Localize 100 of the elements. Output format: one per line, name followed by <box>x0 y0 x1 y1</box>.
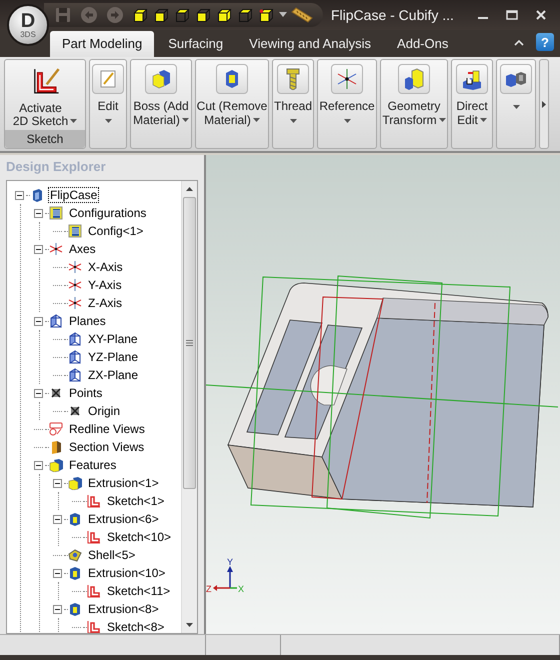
tree-item[interactable]: ZX-Plane <box>86 367 140 383</box>
tree-item[interactable]: Extrusion<6> <box>86 511 161 527</box>
collapse-toggle[interactable] <box>53 514 62 524</box>
model-viewport[interactable]: Y Z X <box>204 155 560 634</box>
view-cube-icon[interactable] <box>195 6 212 24</box>
sketch-line[interactable] <box>426 302 436 504</box>
axis-triad-drawing <box>213 566 237 591</box>
tree-item[interactable]: Config<1> <box>86 223 146 239</box>
cut-icon <box>68 566 82 580</box>
boss-icon <box>68 476 82 490</box>
transform-icon <box>403 68 425 90</box>
view-cube-icon[interactable] <box>153 6 170 24</box>
point-icon <box>68 404 82 418</box>
view-cube-icon[interactable] <box>132 6 149 24</box>
tree-item[interactable]: Sketch<1> <box>105 493 166 509</box>
axis-icon <box>49 242 63 256</box>
collapse-toggle[interactable] <box>34 316 43 326</box>
logo-letter: D <box>20 11 36 31</box>
plane-icon <box>68 332 82 346</box>
axis-label: Z <box>206 584 212 594</box>
shell-icon <box>68 548 82 562</box>
plane-icon <box>68 350 82 364</box>
axis-icon <box>68 278 82 292</box>
ribbon-tab[interactable]: Add-Ons <box>385 31 460 57</box>
collapse-toggle[interactable] <box>34 460 43 470</box>
axis-icon <box>68 260 82 274</box>
sketch-outline[interactable] <box>311 296 384 500</box>
collapse-toggle[interactable] <box>53 604 62 614</box>
tree-item[interactable]: Features <box>67 457 118 473</box>
ruler-icon[interactable] <box>291 7 313 23</box>
close-icon[interactable] <box>536 10 546 20</box>
dropdown-icon[interactable] <box>279 12 287 18</box>
tree-item[interactable]: Sketch<11> <box>105 583 172 599</box>
configurations-icon <box>49 206 63 220</box>
sketch-icon <box>87 530 101 544</box>
scroll-down-icon[interactable] <box>186 623 193 627</box>
collapse-toggle[interactable] <box>34 388 43 398</box>
view-cube-icon[interactable] <box>174 6 191 24</box>
ribbon-tab[interactable]: Viewing and Analysis <box>237 31 384 57</box>
ribbon-tab[interactable]: Surfacing <box>156 31 236 57</box>
tree-item[interactable]: Points <box>67 385 104 401</box>
sketch-icon <box>87 494 101 508</box>
solid-icon <box>505 70 527 88</box>
point-icon <box>49 386 63 400</box>
part-icon <box>30 188 44 202</box>
view-cube-icon[interactable] <box>258 6 275 24</box>
tree-item[interactable]: FlipCase <box>48 187 100 203</box>
tree-item[interactable]: Extrusion<10> <box>86 565 168 581</box>
scrollbar[interactable] <box>181 181 197 633</box>
hand-cube-icon <box>461 68 483 90</box>
tree-item[interactable]: Redline Views <box>67 421 147 437</box>
collapse-toggle[interactable] <box>34 208 43 218</box>
plane-outline[interactable] <box>326 275 443 519</box>
collapse-ribbon-icon[interactable] <box>514 38 524 46</box>
tree-item[interactable]: Extrusion<1> <box>86 475 161 491</box>
ribbon-button[interactable]: Boss (Add Material) <box>130 59 192 149</box>
cut-icon <box>68 602 82 616</box>
tree-item[interactable]: Y-Axis <box>86 277 124 293</box>
tree-item[interactable]: YZ-Plane <box>86 349 140 365</box>
plane-outline[interactable] <box>250 276 511 517</box>
tree-item[interactable]: Axes <box>67 241 98 257</box>
part-model-drawing[interactable] <box>227 282 548 508</box>
collapse-toggle[interactable] <box>53 478 62 488</box>
configuration-icon <box>68 224 82 238</box>
group-label: Sketch <box>5 130 85 148</box>
tree-item[interactable]: XY-Plane <box>86 331 140 347</box>
boss-icon <box>151 69 171 89</box>
ribbon-button[interactable]: Geometry Transform <box>380 59 448 149</box>
tree-item[interactable]: Sketch<10> <box>105 529 174 545</box>
collapse-toggle[interactable] <box>15 190 24 200</box>
features-icon <box>49 458 63 472</box>
view-cube-icon[interactable] <box>216 6 233 24</box>
ribbon-button[interactable]: Reference <box>317 59 377 149</box>
ribbon-button[interactable]: Edit <box>89 59 127 149</box>
ribbon-button[interactable]: Thread <box>272 59 314 149</box>
collapse-toggle[interactable] <box>34 244 43 254</box>
collapse-toggle[interactable] <box>53 568 62 578</box>
tree-item[interactable]: Z-Axis <box>86 295 124 311</box>
ribbon-button[interactable]: Cut (Remove Material) <box>195 59 269 149</box>
axis-label: Y <box>227 557 234 567</box>
tree-item[interactable]: Origin <box>86 403 122 419</box>
tree-item[interactable]: Planes <box>67 313 108 329</box>
grip-icon <box>186 340 193 346</box>
axis-line[interactable] <box>206 384 558 408</box>
axis-label: X <box>238 584 244 594</box>
tree-item[interactable]: X-Axis <box>86 259 125 275</box>
tree-item[interactable]: Shell<5> <box>86 547 138 563</box>
tree-item[interactable]: Sketch<8> <box>105 619 166 633</box>
scroll-up-icon[interactable] <box>186 187 193 191</box>
ribbon-tab[interactable]: Part Modeling <box>50 31 154 57</box>
tree-item[interactable]: Configurations <box>67 205 148 221</box>
ribbon-button[interactable] <box>496 59 536 149</box>
view-cube-icon[interactable] <box>237 6 254 24</box>
tree-item[interactable]: Section Views <box>67 439 146 455</box>
ribbon-button[interactable]: Direct Edit <box>451 59 493 149</box>
maximize-icon[interactable] <box>506 10 518 20</box>
tree-item[interactable]: Extrusion<8> <box>86 601 161 617</box>
axes-icon <box>336 68 358 90</box>
plane-icon <box>68 368 82 382</box>
activate-sketch-button[interactable]: Activate 2D Sketch <box>5 60 85 130</box>
